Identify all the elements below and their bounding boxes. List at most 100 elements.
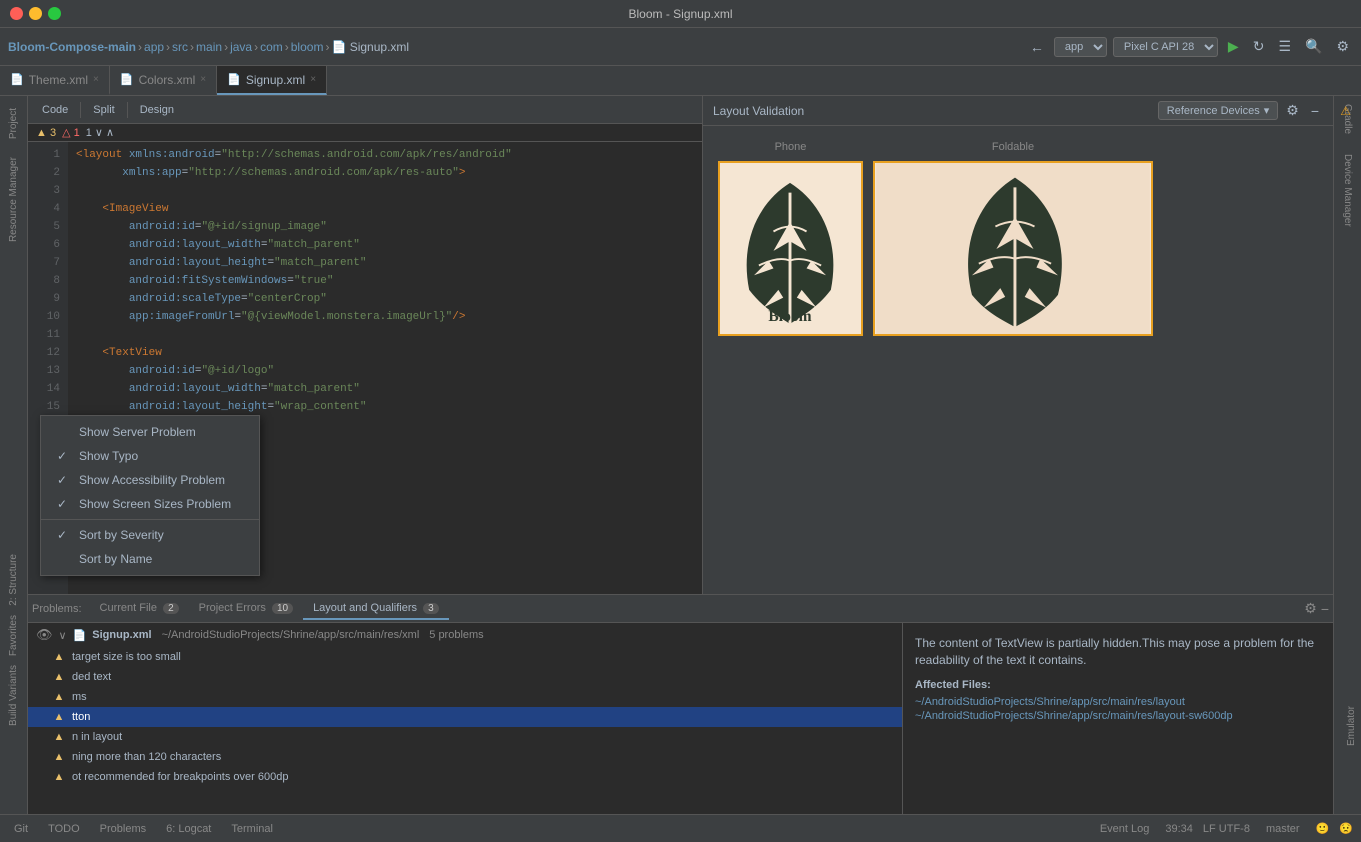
tab-colors-icon: 📄 <box>120 73 134 86</box>
logcat-label: 6: Logcat <box>166 823 211 835</box>
menu-show-typo[interactable]: ✓ Show Typo <box>41 444 259 468</box>
preview-header: Layout Validation Reference Devices ▾ ⚙ … <box>703 96 1333 126</box>
tab-theme-close[interactable]: × <box>93 74 99 85</box>
search-icon[interactable]: 🔍 <box>1301 36 1326 57</box>
bottom-settings-icon[interactable]: ⚙ <box>1304 600 1317 617</box>
breadcrumb-com[interactable]: com <box>260 40 283 54</box>
design-btn[interactable]: Design <box>134 102 180 118</box>
file-name: Signup.xml <box>92 629 151 641</box>
file-icon: 📄 <box>73 629 87 642</box>
tab-theme[interactable]: 📄 Theme.xml × <box>0 66 110 95</box>
run-button[interactable]: ▶ <box>1224 36 1243 57</box>
filter-icon[interactable]: 👁 <box>36 627 53 643</box>
preview-close-icon[interactable]: − <box>1307 101 1323 121</box>
problem-item-7[interactable]: ▲ ot recommended for breakpoints over 60… <box>28 767 902 787</box>
build-variants-label[interactable]: Build Variants <box>4 657 23 734</box>
bottom-panel: Problems: Current File 2 Project Errors … <box>28 594 1333 814</box>
structure-label[interactable]: 2: Structure <box>4 546 23 614</box>
resource-manager-label[interactable]: Resource Manager <box>4 149 23 250</box>
tab-current-file-badge: 2 <box>163 603 179 614</box>
refresh-icon[interactable]: ↻ <box>1249 36 1269 57</box>
menu-show-screen-sizes[interactable]: ✓ Show Screen Sizes Problem <box>41 492 259 516</box>
problem-item-6[interactable]: ▲ ning more than 120 characters <box>28 747 902 767</box>
app-selector[interactable]: app <box>1054 37 1107 57</box>
problems-button[interactable]: Problems <box>94 821 152 837</box>
bottom-tab-bar: Problems: Current File 2 Project Errors … <box>28 595 1333 623</box>
show-accessibility-check: ✓ <box>57 473 71 487</box>
ref-devices-label: Reference Devices <box>1167 105 1260 117</box>
problem-item-1[interactable]: ▲ target size is too small <box>28 647 902 667</box>
ref-devices-button[interactable]: Reference Devices ▾ <box>1158 101 1278 120</box>
problems-list: 👁 ∨ 📄 Signup.xml ~/AndroidStudioProjects… <box>28 623 903 814</box>
tab-colors-close[interactable]: × <box>200 74 206 85</box>
preview-controls: Reference Devices ▾ ⚙ − ⚠ <box>1158 100 1323 121</box>
problems-footer-label: Problems <box>100 823 146 835</box>
vcs-button[interactable]: master <box>1260 821 1306 837</box>
minimize-button[interactable] <box>29 7 42 20</box>
event-log-button[interactable]: Event Log <box>1094 821 1156 837</box>
tab-theme-icon: 📄 <box>10 73 24 86</box>
breadcrumb-src[interactable]: src <box>172 40 188 54</box>
settings-icon[interactable]: ⚙ <box>1332 36 1353 57</box>
preview-settings-icon[interactable]: ⚙ <box>1282 100 1303 121</box>
error-nav[interactable]: 1 ∨ ∧ <box>86 126 114 139</box>
git-button[interactable]: Git <box>8 821 34 837</box>
phone-frame: Bloom <box>718 161 863 336</box>
device-manager-label[interactable]: Device Manager <box>1338 146 1357 235</box>
maximize-button[interactable] <box>48 7 61 20</box>
toolbar-sep-2 <box>127 102 128 118</box>
favorites-label[interactable]: Favorites <box>4 607 23 664</box>
tab-colors[interactable]: 📄 Colors.xml × <box>110 66 217 95</box>
emulator-label[interactable]: Emulator <box>1342 698 1361 754</box>
problem-text-1: target size is too small <box>72 651 181 663</box>
problem-warn-icon-6: ▲ <box>52 750 66 764</box>
problem-item-4[interactable]: ▲ tton <box>28 707 902 727</box>
warning-count: ▲ 3 <box>36 127 56 139</box>
window-controls[interactable] <box>10 7 61 20</box>
svg-text:Bloom: Bloom <box>768 308 811 325</box>
tab-project-errors[interactable]: Project Errors 10 <box>189 598 303 620</box>
affected-file-link-2[interactable]: ~/AndroidStudioProjects/Shrine/app/src/m… <box>915 710 1321 722</box>
breadcrumb-java[interactable]: java <box>230 40 252 54</box>
error-count: △ 1 <box>62 126 80 139</box>
problem-item-3[interactable]: ▲ ms <box>28 687 902 707</box>
breadcrumb-app[interactable]: app <box>144 40 164 54</box>
footer-emoji-2: 😟 <box>1339 822 1353 835</box>
device-foldable-preview: Foldable <box>873 141 1153 579</box>
tab-current-file[interactable]: Current File 2 <box>90 598 189 620</box>
expand-icon[interactable]: ∨ <box>59 629 67 642</box>
affected-file-link-1[interactable]: ~/AndroidStudioProjects/Shrine/app/src/m… <box>915 696 1321 708</box>
problem-warn-icon-2: ▲ <box>52 670 66 684</box>
tab-signup-close[interactable]: × <box>310 74 316 85</box>
bottom-panel-controls: ⚙ − <box>1304 600 1329 617</box>
close-button[interactable] <box>10 7 23 20</box>
problem-text-4: tton <box>72 711 90 723</box>
menu-sort-severity[interactable]: ✓ Sort by Severity <box>41 523 259 547</box>
problem-item-5[interactable]: ▲ n in layout <box>28 727 902 747</box>
breadcrumb-root[interactable]: Bloom-Compose-main <box>8 40 136 54</box>
todo-button[interactable]: TODO <box>42 821 86 837</box>
tab-signup[interactable]: 📄 Signup.xml × <box>217 66 327 95</box>
problem-item-2[interactable]: ▲ ded text <box>28 667 902 687</box>
code-btn[interactable]: Code <box>36 102 74 118</box>
terminal-button[interactable]: Terminal <box>225 821 279 837</box>
back-icon[interactable]: ← <box>1026 37 1048 57</box>
tab-layout-qualifiers-badge: 3 <box>423 603 439 614</box>
tab-project-errors-badge: 10 <box>272 603 293 614</box>
editor-toolbar: Code Split Design <box>28 96 702 124</box>
breadcrumb-bloom[interactable]: bloom <box>291 40 324 54</box>
breadcrumb-main[interactable]: main <box>196 40 222 54</box>
menu-icon[interactable]: ☰ <box>1274 36 1295 57</box>
project-label[interactable]: Project <box>4 100 23 147</box>
menu-show-accessibility[interactable]: ✓ Show Accessibility Problem <box>41 468 259 492</box>
problem-text-5: n in layout <box>72 731 122 743</box>
phone-monstera-leaf: Bloom <box>720 163 861 334</box>
device-selector[interactable]: Pixel C API 28 <box>1113 37 1218 57</box>
menu-show-server-problem[interactable]: Show Server Problem <box>41 420 259 444</box>
menu-sort-name[interactable]: Sort by Name <box>41 547 259 571</box>
split-btn[interactable]: Split <box>87 102 120 118</box>
logcat-button[interactable]: 6: Logcat <box>160 821 217 837</box>
show-screen-sizes-check: ✓ <box>57 497 71 511</box>
bottom-minimize-icon[interactable]: − <box>1321 600 1329 617</box>
tab-layout-qualifiers[interactable]: Layout and Qualifiers 3 <box>303 598 449 620</box>
